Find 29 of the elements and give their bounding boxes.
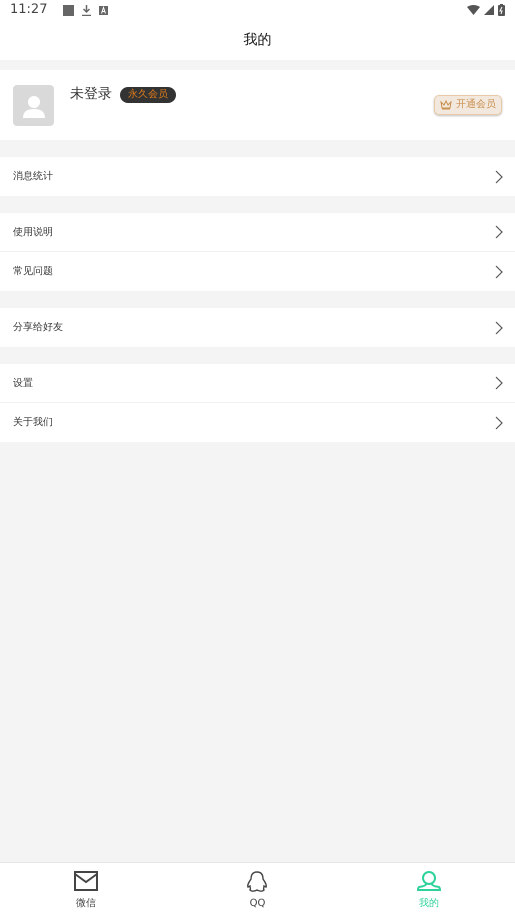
signal-icon: [484, 5, 494, 15]
member-badge: 永久会员: [120, 86, 176, 102]
notification-icon: [63, 4, 74, 16]
page-title: 我的: [244, 30, 272, 50]
wifi-icon: [467, 5, 480, 15]
avatar: [13, 84, 54, 126]
mail-icon: [74, 871, 98, 892]
menu-item[interactable]: 常见问题: [0, 252, 515, 291]
person-icon: [417, 871, 442, 892]
chevron-right-icon: [495, 225, 503, 239]
app-icon: [99, 6, 108, 14]
chevron-right-icon: [495, 416, 503, 430]
menu-item[interactable]: 分享给好友: [0, 308, 515, 347]
penguin-icon: [245, 871, 270, 892]
menu-item[interactable]: 使用说明: [0, 213, 515, 252]
chevron-right-icon: [495, 264, 503, 278]
download-icon: [82, 4, 92, 16]
chevron-right-icon: [495, 376, 503, 390]
menu-item[interactable]: 关于我们: [0, 403, 515, 442]
chevron-right-icon: [495, 320, 503, 334]
user-name: 未登录: [70, 85, 112, 104]
clock-time: 11:27: [10, 1, 48, 20]
battery-icon: [498, 4, 505, 16]
menu-item[interactable]: 消息统计: [0, 157, 515, 196]
tab[interactable]: QQ: [227, 871, 288, 911]
menu-item[interactable]: 设置: [0, 364, 515, 403]
tab[interactable]: 微信: [56, 871, 116, 911]
chevron-right-icon: [495, 170, 503, 184]
crown-icon: [440, 100, 452, 110]
